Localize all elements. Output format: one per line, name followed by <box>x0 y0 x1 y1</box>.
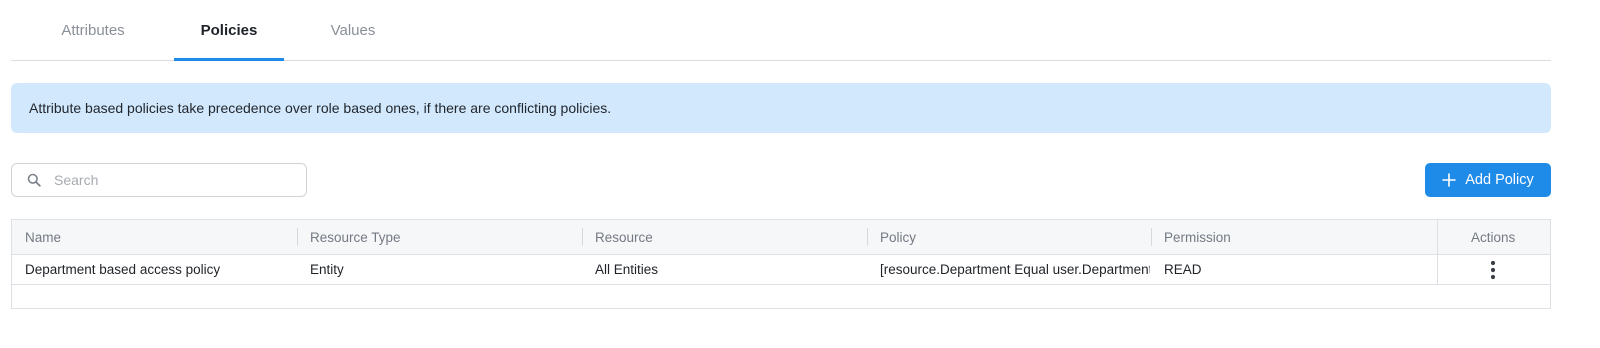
column-divider[interactable] <box>1151 228 1152 246</box>
info-banner: Attribute based policies take precedence… <box>11 83 1551 133</box>
column-divider[interactable] <box>297 228 298 246</box>
table-header: Name Resource Type Resource Policy Permi… <box>12 220 1550 255</box>
search-input[interactable] <box>54 172 274 188</box>
more-vertical-icon[interactable] <box>1481 259 1505 281</box>
cell-policy: [resource.Department Equal user.Departme… <box>880 262 1150 277</box>
cell-permission: READ <box>1164 262 1202 277</box>
add-policy-button[interactable]: Add Policy <box>1425 163 1551 197</box>
column-header-permission[interactable]: Permission <box>1164 220 1231 254</box>
column-header-actions: Actions <box>1471 229 1516 245</box>
actions-column-divider <box>1437 220 1438 284</box>
cell-resource-type: Entity <box>310 262 344 277</box>
policies-table: Name Resource Type Resource Policy Permi… <box>11 219 1551 309</box>
column-divider[interactable] <box>867 228 868 246</box>
tab-policies[interactable]: Policies <box>174 0 284 61</box>
tab-values[interactable]: Values <box>323 0 383 60</box>
tab-attributes[interactable]: Attributes <box>49 0 137 60</box>
cell-resource: All Entities <box>595 262 659 277</box>
column-header-name[interactable]: Name <box>25 220 61 254</box>
info-banner-text: Attribute based policies take precedence… <box>29 100 612 116</box>
search-box[interactable] <box>11 163 307 197</box>
table-row[interactable]: Department based access policy Entity Al… <box>12 255 1550 285</box>
plus-icon <box>1442 173 1457 187</box>
search-icon <box>26 172 42 188</box>
column-divider[interactable] <box>582 228 583 246</box>
tab-bar: Attributes Policies Values <box>11 0 1551 61</box>
column-header-policy[interactable]: Policy <box>880 220 916 254</box>
cell-name: Department based access policy <box>25 262 221 277</box>
policies-page: Attributes Policies Values Attribute bas… <box>0 0 1600 348</box>
add-policy-label: Add Policy <box>1465 172 1534 188</box>
column-header-resource[interactable]: Resource <box>595 220 653 254</box>
column-header-resource-type[interactable]: Resource Type <box>310 220 401 254</box>
